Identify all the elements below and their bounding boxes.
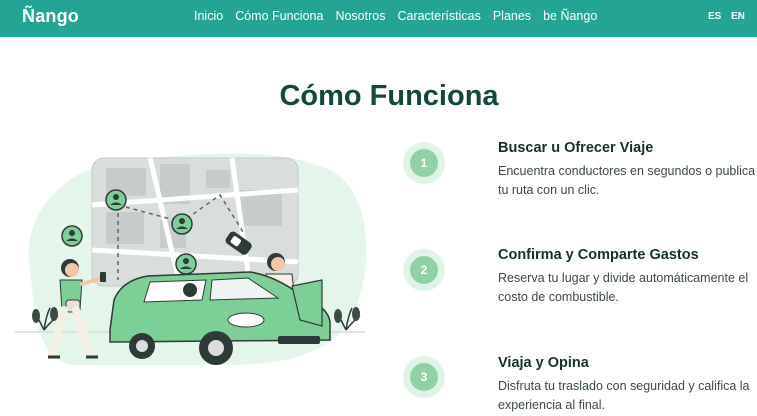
nav-link-inicio[interactable]: Inicio xyxy=(194,9,223,23)
step-badge-3: 3 xyxy=(403,356,445,398)
phone-icon xyxy=(100,272,106,282)
step-badge-1: 1 xyxy=(403,142,445,184)
nav-links: Inicio Cómo Funciona Nosotros Caracterís… xyxy=(194,9,609,23)
location-pin-icon xyxy=(171,213,193,235)
step-description-1: Encuentra conductores en segundos o publ… xyxy=(498,164,756,197)
step-description-2: Reserva tu lugar y divide automáticament… xyxy=(498,271,749,304)
step-description-3: Disfruta tu traslado con seguridad y cal… xyxy=(498,379,750,412)
nav-link-como-funciona[interactable]: Cómo Funciona xyxy=(235,9,323,23)
nav-link-caracteristicas[interactable]: Características xyxy=(397,9,480,23)
step-title-3: Viaja y Opina xyxy=(498,355,589,371)
step-number-2: 2 xyxy=(410,256,438,284)
navbar: Ñango Inicio Cómo Funciona Nosotros Cara… xyxy=(0,0,757,37)
step-badge-2: 2 xyxy=(403,249,445,291)
step-number-1: 1 xyxy=(410,149,438,177)
illustration-svg xyxy=(15,153,367,365)
step-number-3: 3 xyxy=(410,363,438,391)
nav-link-be-nango[interactable]: be Ñango xyxy=(543,9,597,23)
nav-link-planes[interactable]: Planes xyxy=(493,9,531,23)
location-pin-icon xyxy=(105,189,127,211)
how-it-works-illustration xyxy=(10,150,370,380)
section-title: Cómo Funciona xyxy=(279,80,499,112)
location-pin-icon xyxy=(175,253,197,275)
location-pin-icon xyxy=(61,225,83,247)
step-title-2: Confirma y Comparte Gastos xyxy=(498,247,699,263)
language-en-button[interactable]: EN xyxy=(731,11,745,22)
language-es-button[interactable]: ES xyxy=(708,11,721,22)
brand-logo[interactable]: Ñango xyxy=(22,6,79,27)
step-title-1: Buscar u Ofrecer Viaje xyxy=(498,140,654,156)
nav-link-nosotros[interactable]: Nosotros xyxy=(335,9,385,23)
